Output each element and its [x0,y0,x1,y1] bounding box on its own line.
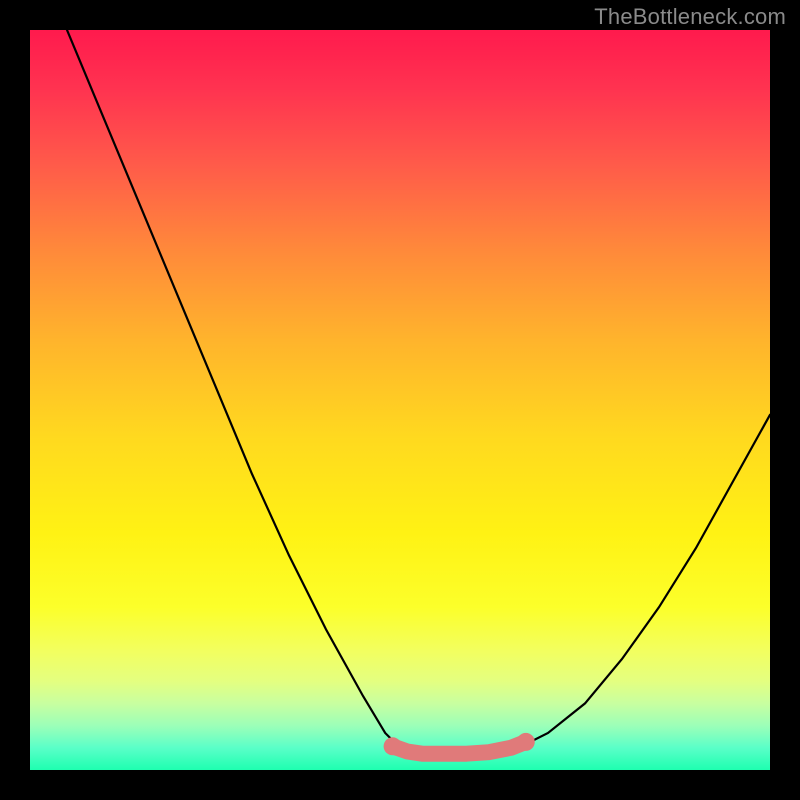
chart-frame: TheBottleneck.com [0,0,800,800]
plot-area [30,30,770,770]
optimal-band-markers [384,733,535,755]
bottleneck-curve [67,30,770,755]
watermark-text: TheBottleneck.com [594,4,786,30]
chart-svg [30,30,770,770]
optimal-band [393,742,526,754]
optimal-band-end [384,737,402,755]
optimal-band-end [517,733,535,751]
